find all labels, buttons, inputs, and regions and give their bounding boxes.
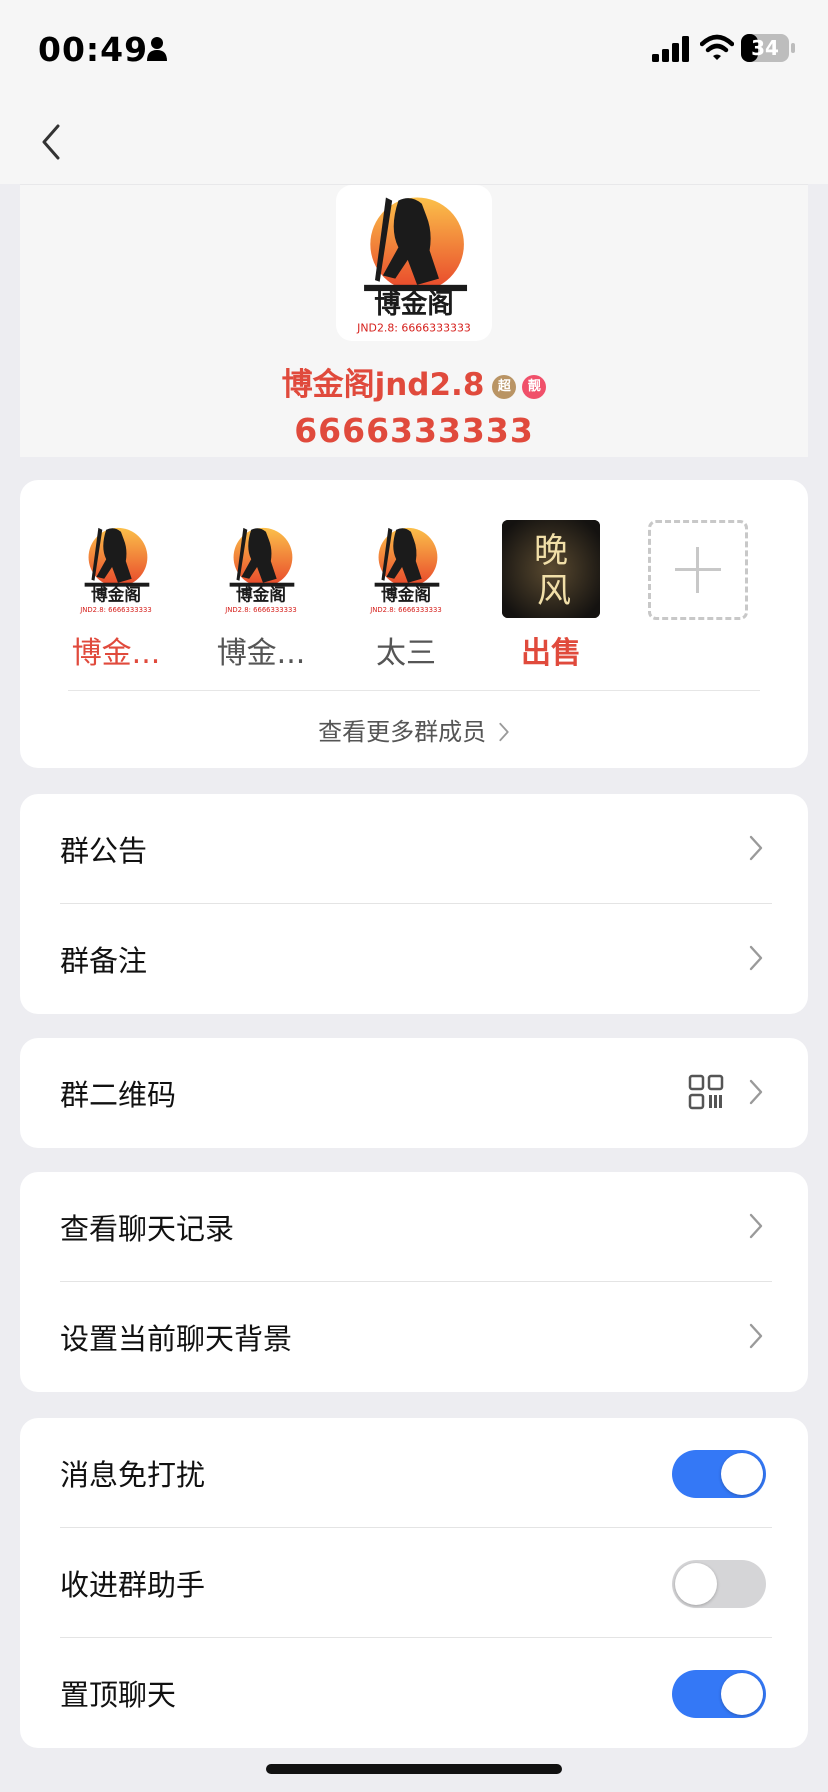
chat-options-card: 查看聊天记录 设置当前聊天背景	[20, 1172, 808, 1392]
group-info-card: 群公告 群备注	[20, 794, 808, 1014]
wifi-icon	[700, 34, 734, 60]
group-assistant-toggle[interactable]	[672, 1560, 766, 1608]
toggle-knob	[721, 1673, 763, 1715]
group-announcement-label: 群公告	[60, 834, 148, 868]
chat-history-row[interactable]: 查看聊天记录	[20, 1172, 808, 1282]
members-card: 博金... 博金... 太三 晚 风 出售 查看更多群成员	[20, 480, 808, 768]
chevron-right-icon	[748, 944, 764, 972]
member-name: 太三	[376, 636, 436, 671]
member-name: 出售	[521, 636, 581, 671]
super-badge: 超	[492, 374, 517, 399]
group-name: 博金阁jnd2.8	[281, 367, 485, 403]
pin-chat-row: 置顶聊天	[20, 1638, 808, 1748]
nav-bar	[0, 100, 828, 184]
do-not-disturb-toggle[interactable]	[672, 1450, 766, 1498]
status-time: 00:49	[38, 30, 149, 69]
pin-chat-toggle[interactable]	[672, 1670, 766, 1718]
do-not-disturb-label: 消息免打扰	[60, 1458, 206, 1492]
member-logo-icon	[67, 520, 165, 618]
group-announcement-row[interactable]: 群公告	[20, 794, 808, 904]
member-logo-icon	[357, 520, 455, 618]
member-item[interactable]: 晚 风 出售	[491, 520, 611, 672]
calligraphy-avatar-image: 晚 风	[502, 520, 600, 618]
member-item[interactable]: 博金...	[56, 520, 176, 672]
chat-history-label: 查看聊天记录	[60, 1212, 235, 1246]
group-logo-image: 博金阁 JND2.8: 6666333333	[356, 197, 471, 335]
group-header: 博金阁 JND2.8: 6666333333 博金阁jnd2.8 超靓 66663…	[20, 184, 808, 457]
member-avatar	[67, 520, 165, 618]
chevron-right-icon	[748, 834, 764, 862]
group-qrcode-row[interactable]: 群二维码	[20, 1038, 808, 1148]
member-item[interactable]: 博金...	[201, 520, 321, 672]
member-logo-icon	[212, 520, 310, 618]
chevron-right-icon	[748, 1322, 764, 1350]
chat-background-label: 设置当前聊天背景	[60, 1322, 293, 1356]
logo-caption: JND2.8: 6666333333	[356, 322, 471, 335]
divider	[68, 690, 760, 691]
group-assistant-row: 收进群助手	[20, 1528, 808, 1638]
member-name: 博金...	[71, 636, 161, 671]
group-remark-label: 群备注	[60, 944, 148, 978]
chevron-right-icon	[748, 1212, 764, 1240]
toggles-card: 消息免打扰 收进群助手 置顶聊天	[20, 1418, 808, 1748]
group-id: 6666333333	[294, 411, 534, 450]
member-item[interactable]: 太三	[346, 520, 466, 672]
chat-background-row[interactable]: 设置当前聊天背景	[20, 1282, 808, 1392]
calligraphy-text: 晚	[534, 531, 568, 571]
toggle-knob	[721, 1453, 763, 1495]
pretty-number-badge: 靓	[522, 374, 547, 399]
svg-text:风: 风	[537, 571, 571, 611]
toggle-knob	[675, 1563, 717, 1605]
view-more-members-link[interactable]: 查看更多群成员	[20, 712, 808, 747]
view-more-members-label: 查看更多群成员	[318, 718, 487, 746]
logo-title: 博金阁	[374, 289, 454, 320]
home-indicator	[266, 1764, 562, 1774]
person-icon	[147, 37, 167, 61]
qr-code-icon	[688, 1074, 724, 1110]
group-remark-row[interactable]: 群备注	[20, 904, 808, 1014]
back-arrow-icon[interactable]	[36, 118, 66, 166]
group-assistant-label: 收进群助手	[60, 1568, 206, 1602]
group-avatar[interactable]: 博金阁 JND2.8: 6666333333	[336, 185, 492, 341]
group-name-line: 博金阁jnd2.8 超靓	[20, 359, 808, 404]
do-not-disturb-row: 消息免打扰	[20, 1418, 808, 1528]
chevron-right-icon	[498, 721, 510, 743]
member-avatar	[212, 520, 310, 618]
group-qrcode-label: 群二维码	[60, 1078, 177, 1112]
qr-card: 群二维码	[20, 1038, 808, 1148]
battery-level: 34	[751, 36, 779, 60]
add-member-button[interactable]	[648, 520, 748, 620]
member-avatar: 晚 风	[502, 520, 600, 618]
member-name: 博金...	[216, 636, 306, 671]
cellular-signal-icon	[652, 36, 689, 62]
member-avatar	[357, 520, 455, 618]
pin-chat-label: 置顶聊天	[60, 1678, 177, 1712]
status-bar: 00:49 34	[0, 0, 828, 100]
battery-icon: 34	[741, 34, 795, 62]
chevron-right-icon	[748, 1078, 764, 1106]
